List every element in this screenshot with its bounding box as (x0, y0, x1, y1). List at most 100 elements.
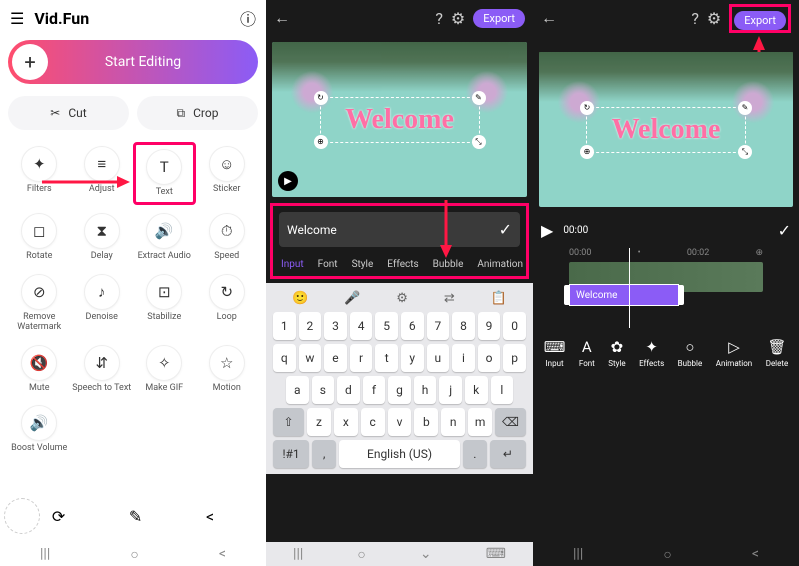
tool-loop[interactable]: ↻Loop (196, 270, 259, 337)
tool-font[interactable]: AFont (579, 338, 595, 368)
confirm-icon[interactable]: ✓ (491, 212, 520, 247)
key-space[interactable]: English (US) (339, 440, 460, 468)
tool-remove-watermark[interactable]: ⊘Remove Watermark (8, 270, 71, 337)
key-c[interactable]: c (361, 408, 385, 436)
crop-button[interactable]: ⧉Crop (137, 96, 258, 130)
handle-copy[interactable]: ⊕ (314, 135, 328, 149)
key-e[interactable]: e (324, 344, 347, 372)
back-icon[interactable]: ← (274, 8, 290, 28)
mic-icon[interactable]: 🎤 (344, 291, 360, 306)
key-shift[interactable]: ⇧ (273, 408, 304, 436)
key-x[interactable]: x (334, 408, 358, 436)
key-j[interactable]: j (439, 376, 462, 404)
playhead[interactable] (629, 248, 630, 328)
nav-back[interactable]: ⌄ (420, 546, 432, 562)
menu-icon[interactable]: ☰ (10, 9, 24, 28)
handle-rotate[interactable]: ↻ (314, 91, 328, 105)
key-2[interactable]: 2 (299, 312, 322, 340)
key-y[interactable]: y (401, 344, 424, 372)
nav-home[interactable]: ○ (663, 546, 671, 563)
zoom-icon[interactable]: ⊕ (755, 248, 763, 258)
kb-gear-icon[interactable]: ⚙ (396, 291, 408, 306)
tool-animation[interactable]: ▷Animation (716, 338, 753, 368)
tool-stabilize[interactable]: ⊡Stabilize (133, 270, 196, 337)
tab-effects[interactable]: Effects (387, 259, 418, 270)
tool-effects[interactable]: ✦Effects (639, 338, 664, 368)
tab-style[interactable]: Style (352, 259, 374, 270)
tool-delete[interactable]: 🗑Delete (766, 338, 789, 368)
key-8[interactable]: 8 (452, 312, 475, 340)
key-v[interactable]: v (388, 408, 412, 436)
key-b[interactable]: b (414, 408, 438, 436)
tool-speech-to-text[interactable]: ⇵Speech to Text (71, 341, 134, 398)
key-backspace[interactable]: ⌫ (495, 408, 526, 436)
key-3[interactable]: 3 (324, 312, 347, 340)
handle-edit[interactable]: ✎ (472, 91, 486, 105)
emoji-icon[interactable]: 🙂 (292, 291, 308, 306)
nav-recents[interactable]: ||| (573, 546, 583, 562)
scan-icon[interactable]: ⟳ (52, 507, 65, 526)
key-o[interactable]: o (478, 344, 501, 372)
play-button[interactable]: ▶ (541, 221, 553, 240)
nav-back[interactable]: < (219, 546, 226, 562)
key-s[interactable]: s (312, 376, 335, 404)
key-u[interactable]: u (427, 344, 450, 372)
gear-icon[interactable]: ⚙ (451, 9, 465, 28)
handle-resize[interactable]: ⤡ (472, 135, 486, 149)
nav-home[interactable]: ○ (130, 546, 138, 563)
video-preview[interactable]: Welcome ↻ ✎ ⊕ ⤡ (539, 52, 793, 207)
key-1[interactable]: 1 (273, 312, 296, 340)
tab-bubble[interactable]: Bubble (433, 259, 464, 270)
cut-button[interactable]: ✂Cut (8, 96, 129, 130)
nav-home[interactable]: ○ (357, 546, 365, 563)
tool-boost-volume[interactable]: 🔊Boost Volume (8, 401, 71, 458)
key-z[interactable]: z (307, 408, 331, 436)
handle-copy[interactable]: ⊕ (580, 145, 594, 159)
key-6[interactable]: 6 (401, 312, 424, 340)
key-w[interactable]: w (299, 344, 322, 372)
key-n[interactable]: n (441, 408, 465, 436)
key-enter[interactable]: ↵ (490, 440, 526, 468)
tool-speed[interactable]: ⏱Speed (196, 209, 259, 266)
text-clip[interactable]: Welcome (569, 284, 679, 306)
tool-style[interactable]: ✿Style (608, 338, 625, 368)
help-icon[interactable]: ⓘ (240, 6, 256, 30)
play-button[interactable]: ▶ (278, 171, 298, 191)
key-f[interactable]: f (363, 376, 386, 404)
key-m[interactable]: m (468, 408, 492, 436)
export-button[interactable]: Export (473, 9, 525, 28)
key-a[interactable]: a (286, 376, 309, 404)
tool-extract-audio[interactable]: 🔊Extract Audio (133, 209, 196, 266)
clipboard-icon[interactable]: 📋 (491, 291, 507, 306)
text-input[interactable]: Welcome (279, 215, 491, 245)
key-r[interactable]: r (350, 344, 373, 372)
nav-recents[interactable]: ||| (40, 546, 50, 562)
wand-icon[interactable]: ✎ (129, 507, 142, 526)
key-t[interactable]: t (375, 344, 398, 372)
key-7[interactable]: 7 (427, 312, 450, 340)
key-symbols[interactable]: !#1 (273, 440, 309, 468)
nav-kb[interactable]: ⌨ (486, 546, 506, 562)
handle-edit[interactable]: ✎ (738, 101, 752, 115)
key-5[interactable]: 5 (375, 312, 398, 340)
key-period[interactable]: . (463, 440, 487, 468)
tab-font[interactable]: Font (318, 259, 338, 270)
key-9[interactable]: 9 (478, 312, 501, 340)
tab-input[interactable]: Input (281, 259, 304, 270)
tool-input[interactable]: ⌨Input (544, 338, 566, 368)
key-p[interactable]: p (503, 344, 526, 372)
key-h[interactable]: h (414, 376, 437, 404)
timeline[interactable]: 00:00 • 00:02 ⊕ Welcome (539, 248, 793, 328)
key-4[interactable]: 4 (350, 312, 373, 340)
tool-make-gif[interactable]: ✧Make GIF (133, 341, 196, 398)
key-i[interactable]: i (452, 344, 475, 372)
nav-back[interactable]: < (752, 546, 759, 562)
translate-icon[interactable]: ⇄ (444, 291, 455, 306)
handle-resize[interactable]: ⤡ (738, 145, 752, 159)
confirm-icon[interactable]: ✓ (778, 221, 791, 240)
tool-mute[interactable]: 🔇Mute (8, 341, 71, 398)
tool-bubble[interactable]: ○Bubble (678, 338, 703, 368)
tool-rotate[interactable]: ◻Rotate (8, 209, 71, 266)
tool-filters[interactable]: ✦Filters (8, 142, 71, 205)
share-icon[interactable]: < (206, 507, 214, 526)
